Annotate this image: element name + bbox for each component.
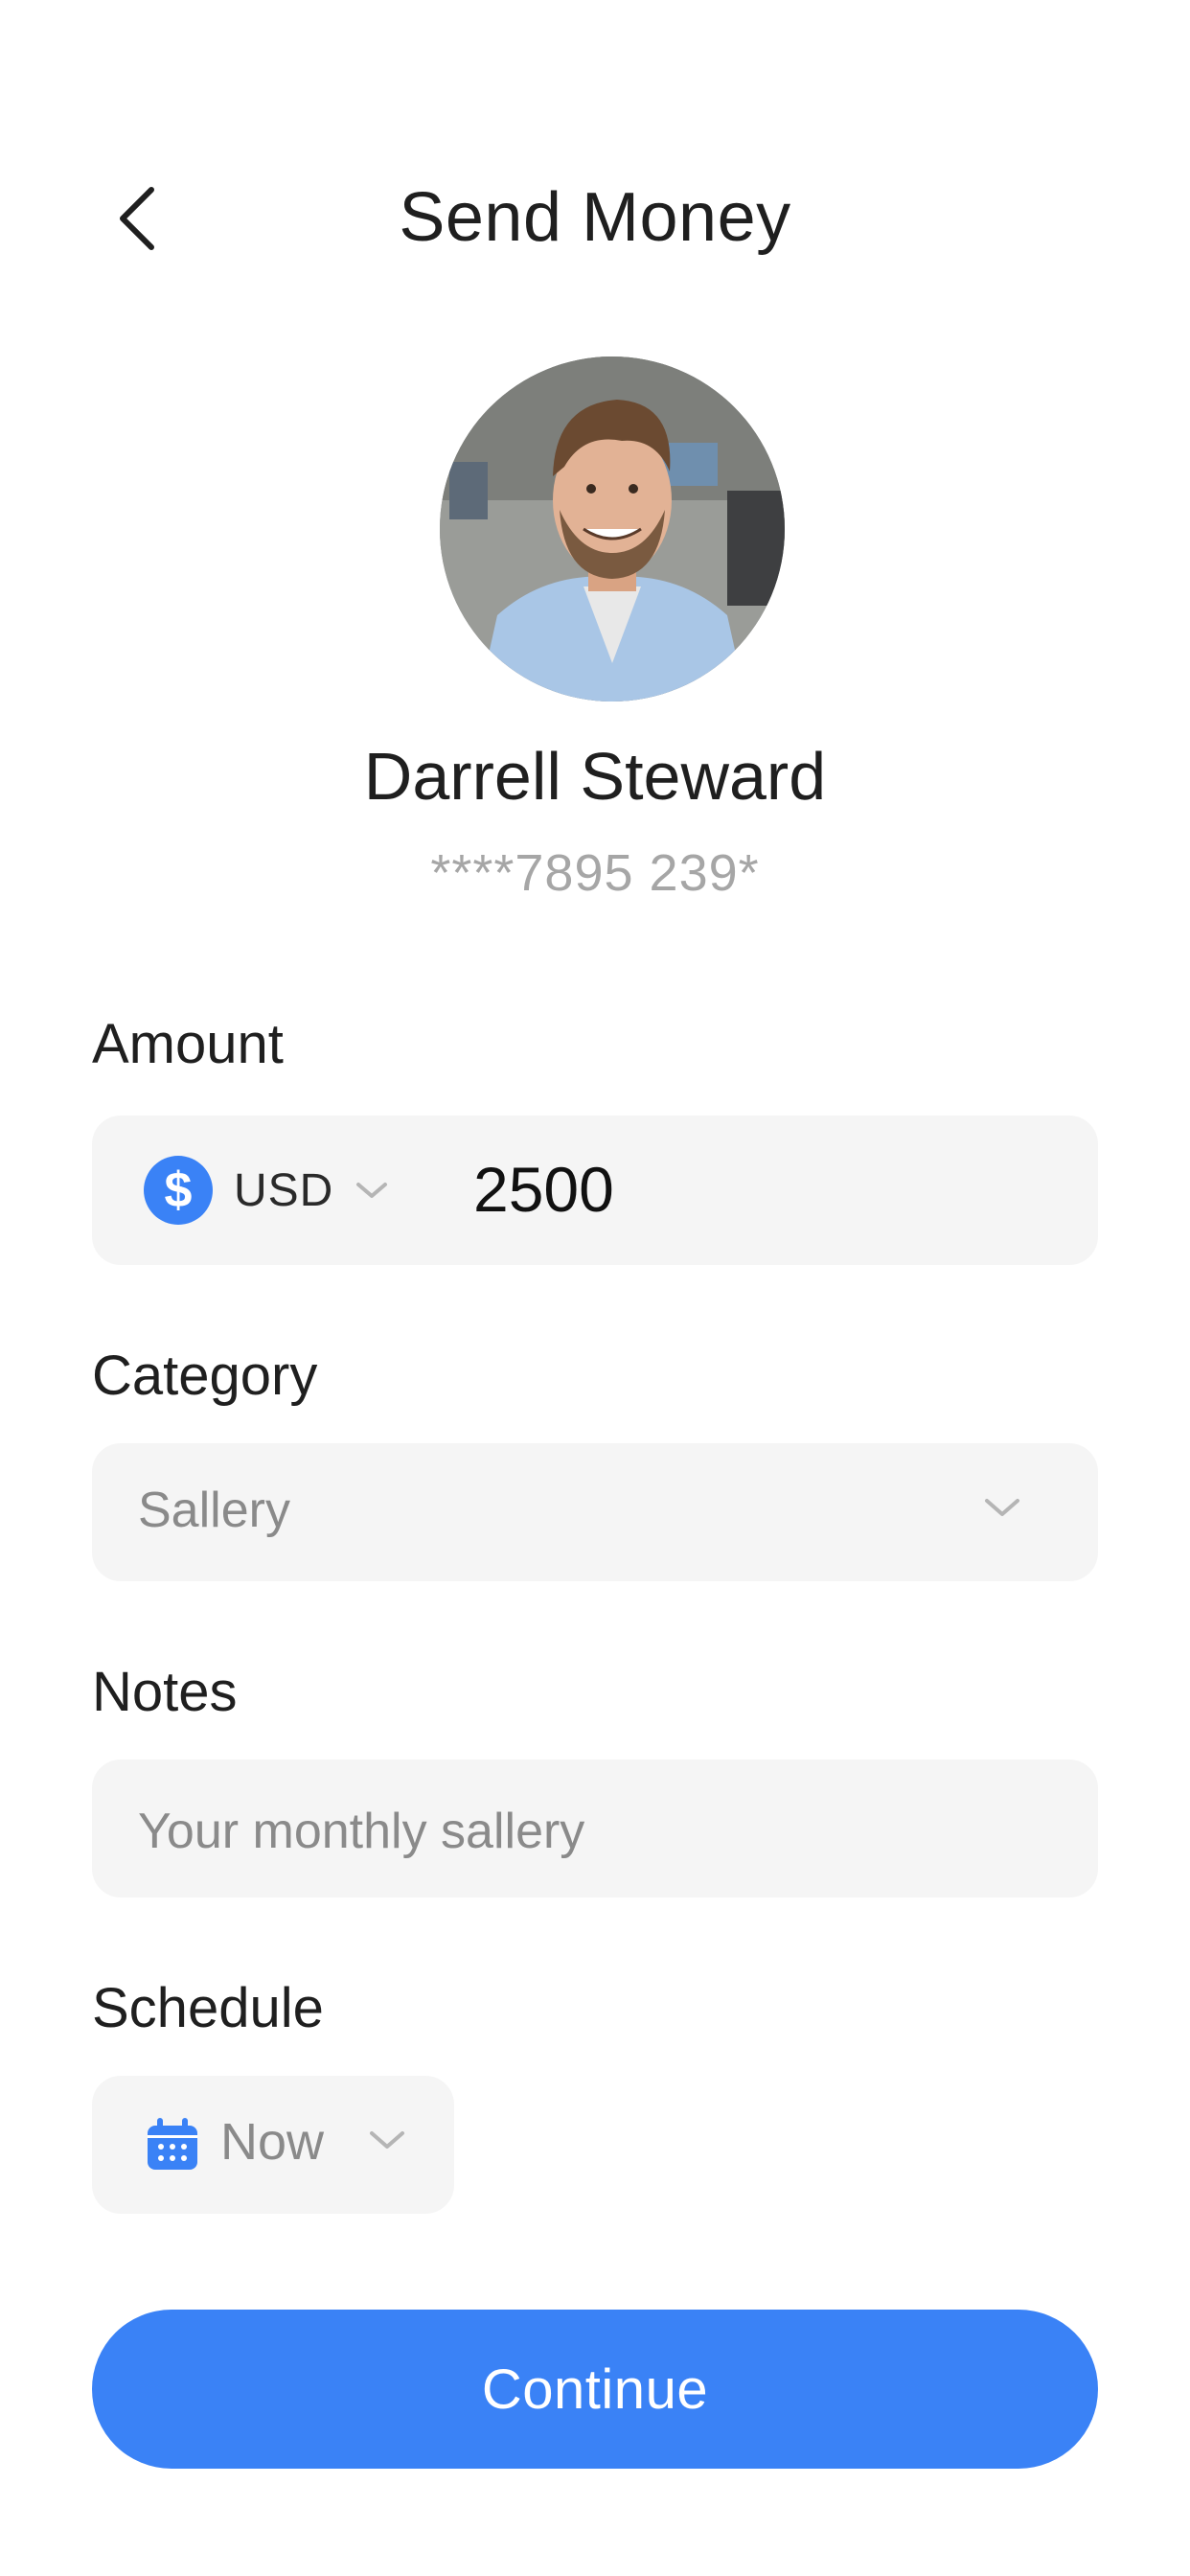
amount-label: Amount xyxy=(92,1013,284,1075)
chevron-down-icon xyxy=(368,2128,406,2157)
dollar-icon: $ xyxy=(144,1156,213,1225)
calendar-icon xyxy=(144,2116,201,2174)
page-title: Send Money xyxy=(399,179,791,256)
continue-button[interactable]: Continue xyxy=(92,2310,1098,2469)
category-value: Sallery xyxy=(138,1483,290,1538)
avatar xyxy=(440,356,785,702)
account-number: ****7895 239* xyxy=(430,844,760,902)
category-label: Category xyxy=(92,1345,318,1407)
currency-label: USD xyxy=(234,1164,334,1216)
schedule-value: Now xyxy=(220,2113,325,2171)
recipient-name: Darrell Steward xyxy=(363,739,827,814)
chevron-down-icon xyxy=(983,1495,1021,1525)
amount-input[interactable] xyxy=(473,1146,1048,1232)
schedule-label: Schedule xyxy=(92,1977,324,2039)
currency-selector[interactable]: $ USD xyxy=(144,1154,389,1227)
notes-input[interactable] xyxy=(138,1798,1058,1865)
chevron-down-icon xyxy=(355,1173,389,1208)
notes-label: Notes xyxy=(92,1661,238,1723)
